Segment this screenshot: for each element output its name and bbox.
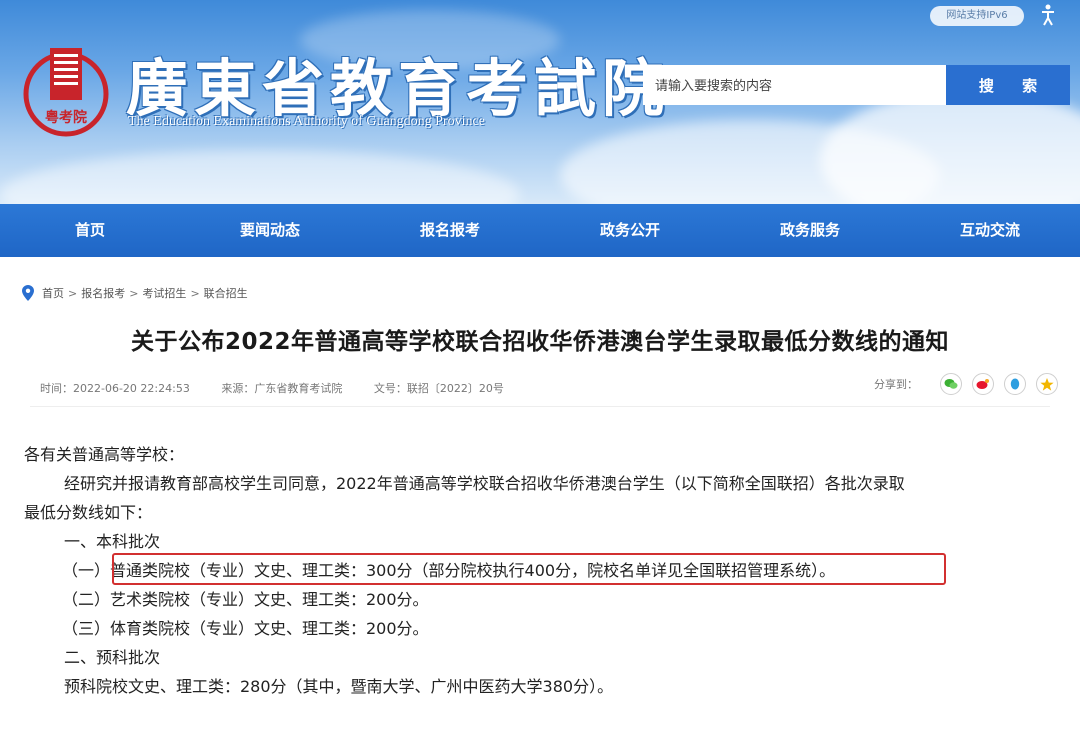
breadcrumb-home[interactable]: 首页 (42, 285, 64, 301)
accessibility-icon[interactable] (1038, 4, 1058, 26)
article-intro-line1: 经研究并报请教育部高校学生司同意，2022年普通高等学校联合招收华侨港澳台学生（… (64, 474, 905, 493)
article-source: 来源：广东省教育考试院 (221, 382, 343, 395)
wechat-icon (944, 379, 958, 389)
nav-item-home[interactable]: 首页 (0, 204, 180, 257)
share-qzone-button[interactable] (1036, 373, 1058, 395)
article-prep-line: 预科院校文史、理工类：280分（其中，暨南大学、广州中医药大学380分）。 (64, 677, 614, 696)
nav-item-government-services[interactable]: 政务服务 (720, 204, 900, 257)
weibo-icon (976, 379, 989, 389)
highlight-annotation-box (112, 553, 946, 585)
article-item-art: （二）艺术类院校（专业）文史、理工类：200分。 (62, 590, 429, 609)
header-cloud (0, 150, 520, 204)
article-section-preparatory: 二、预科批次 (64, 648, 161, 667)
ipv6-badge: 网站支持IPv6 (930, 6, 1024, 26)
header-cloud (820, 90, 1080, 204)
search-input[interactable] (643, 65, 946, 105)
breadcrumb-registration[interactable]: 报名报考 (81, 285, 125, 301)
breadcrumb-separator: > (129, 286, 139, 300)
share-qq-button[interactable] (1004, 373, 1026, 395)
breadcrumb-separator: > (68, 286, 78, 300)
article-doc-number: 文号：联招〔2022〕20号 (373, 382, 504, 395)
location-pin-icon (22, 285, 34, 301)
article-title: 关于公布2022年普通高等学校联合招收华侨港澳台学生录取最低分数线的通知 (130, 329, 949, 355)
nav-item-news[interactable]: 要闻动态 (180, 204, 360, 257)
article-greeting: 各有关普通高等学校： (24, 445, 185, 464)
breadcrumb-joint-admission[interactable]: 联合招生 (204, 285, 248, 301)
qq-icon (1010, 378, 1020, 389)
logo-text: 粤考院 (45, 109, 87, 126)
nav-item-government-affairs[interactable]: 政务公开 (540, 204, 720, 257)
meta-divider (30, 406, 1050, 407)
nav-item-interaction[interactable]: 互动交流 (900, 204, 1080, 257)
share-bar: 分享到： (874, 373, 1058, 395)
breadcrumb: 首页 > 报名报考 > 考试招生 > 联合招生 (22, 284, 248, 302)
share-wechat-button[interactable] (940, 373, 962, 395)
main-nav: 首页 要闻动态 报名报考 政务公开 政务服务 互动交流 (0, 204, 1080, 257)
search-button[interactable]: 搜 索 (946, 65, 1070, 105)
share-weibo-button[interactable] (972, 373, 994, 395)
star-icon (1040, 377, 1054, 391)
article-meta: 时间：2022-06-20 22:24:53 来源：广东省教育考试院 文号：联招… (40, 380, 532, 396)
nav-item-registration[interactable]: 报名报考 (360, 204, 540, 257)
breadcrumb-admissions[interactable]: 考试招生 (142, 285, 186, 301)
article-time: 时间：2022-06-20 22:24:53 (40, 382, 190, 395)
site-logo[interactable]: 粤考院 (20, 40, 112, 140)
site-subtitle: The Education Examinations Authority of … (128, 114, 485, 129)
article-item-sports: （三）体育类院校（专业）文史、理工类：200分。 (62, 619, 429, 638)
site-header: 粤考院 廣東省教育考試院 The Education Examinations … (0, 0, 1080, 204)
share-label: 分享到： (874, 378, 918, 391)
article-intro-line2: 最低分数线如下： (24, 503, 153, 522)
article-section-undergraduate: 一、本科批次 (64, 532, 161, 551)
breadcrumb-separator: > (190, 286, 200, 300)
